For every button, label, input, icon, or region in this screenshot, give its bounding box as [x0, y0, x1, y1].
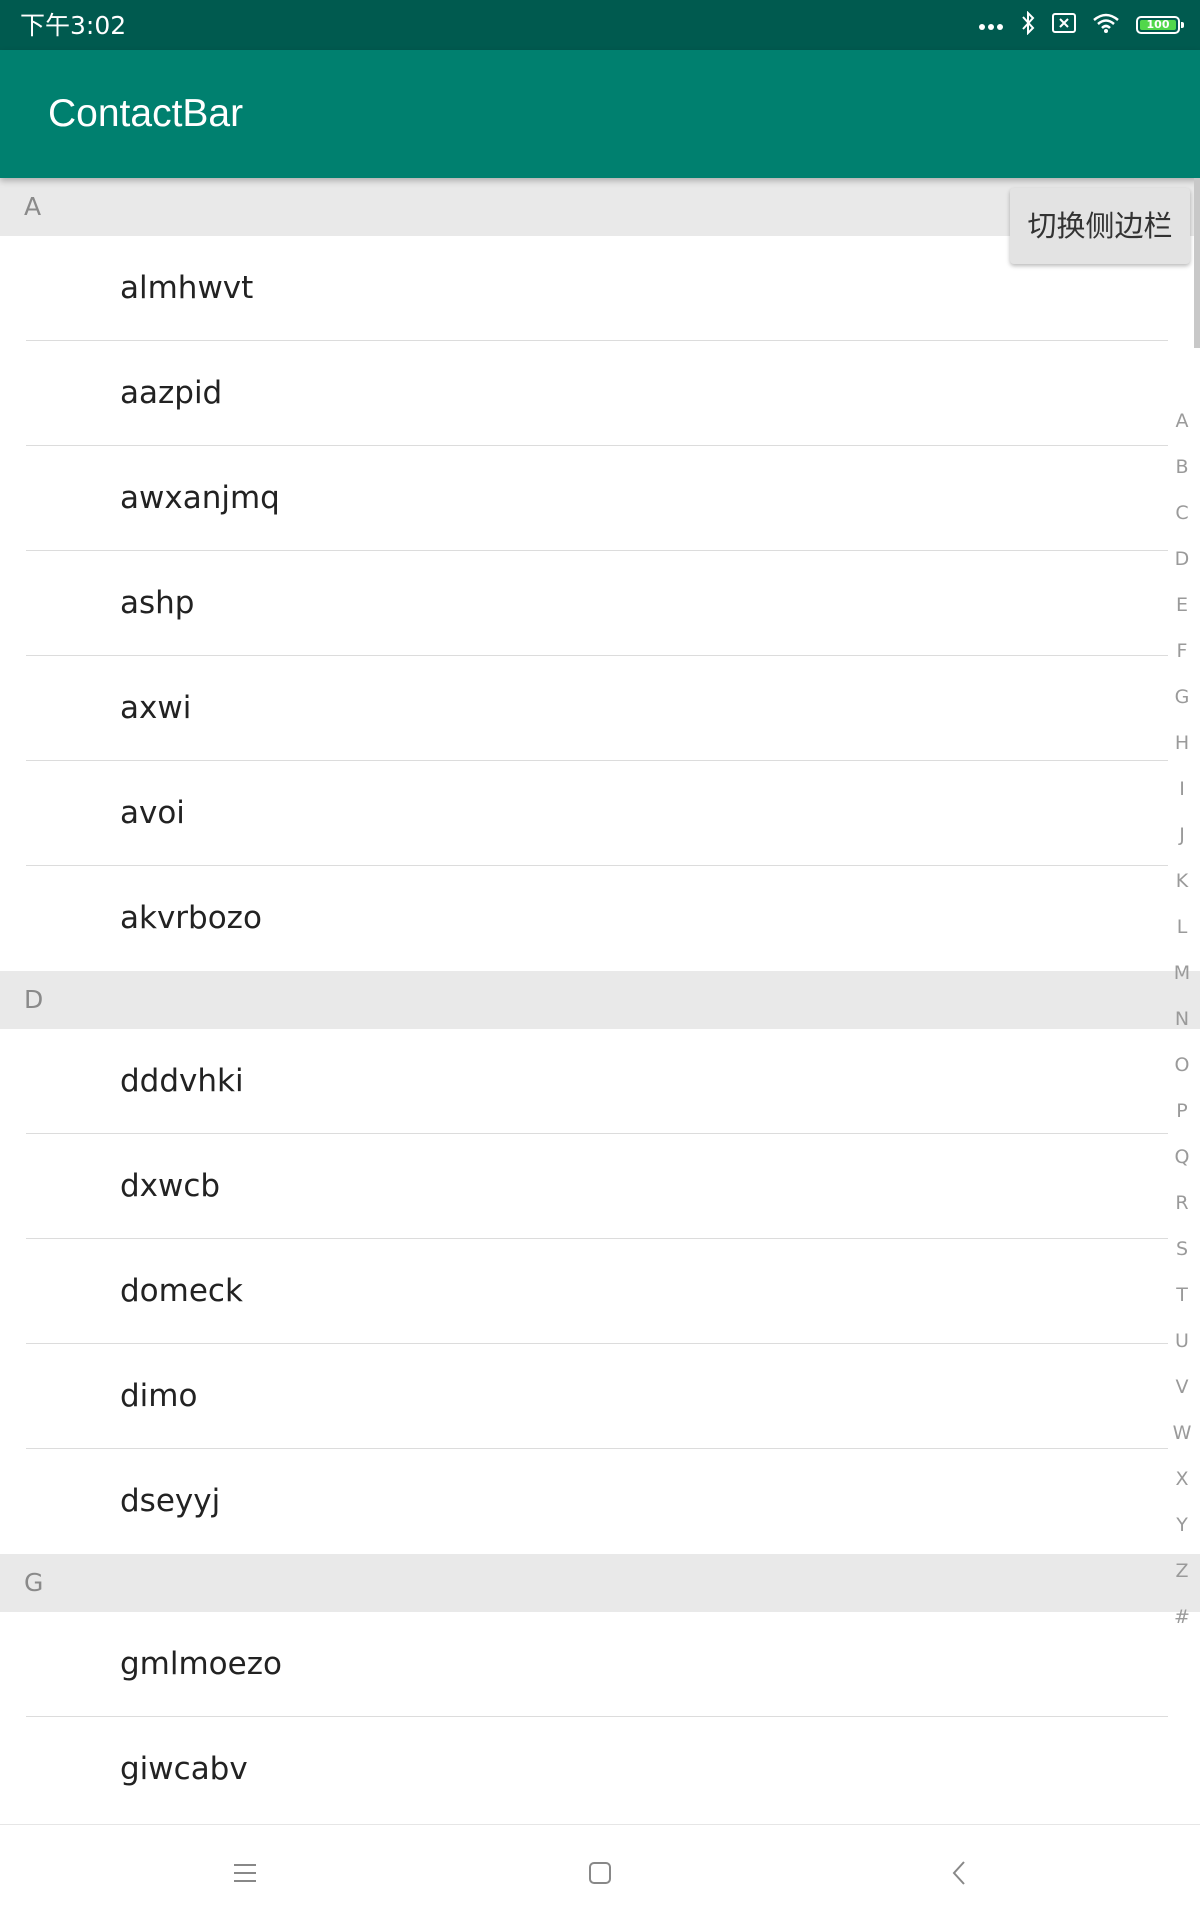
- app-title: ContactBar: [48, 92, 244, 135]
- menu-icon: [233, 1863, 257, 1887]
- contact-row[interactable]: domeck: [0, 1239, 1200, 1344]
- index-letter[interactable]: E: [1165, 582, 1199, 628]
- index-letter[interactable]: K: [1165, 858, 1199, 904]
- contact-row[interactable]: axwi: [0, 656, 1200, 761]
- back-icon: [951, 1860, 967, 1890]
- status-bar: 下午3:02 100: [0, 0, 1200, 50]
- index-letter[interactable]: G: [1165, 674, 1199, 720]
- bluetooth-icon: [1020, 10, 1036, 39]
- contact-name: dseyyj: [120, 1483, 221, 1519]
- scrollbar-thumb[interactable]: [1194, 178, 1200, 348]
- index-letter[interactable]: U: [1165, 1318, 1199, 1364]
- index-letter[interactable]: H: [1165, 720, 1199, 766]
- contact-name: aazpid: [120, 375, 223, 411]
- contact-row[interactable]: avoi: [0, 761, 1200, 866]
- index-letter[interactable]: D: [1165, 536, 1199, 582]
- contact-name: ashp: [120, 585, 195, 621]
- contact-list[interactable]: Aalmhwvt aazpid awxanjmq ashp axwi avoi akvrbo…: [0, 178, 1200, 1824]
- index-letter[interactable]: L: [1165, 904, 1199, 950]
- index-letter[interactable]: R: [1165, 1180, 1199, 1226]
- index-letter[interactable]: N: [1165, 996, 1199, 1042]
- contact-name: almhwvt: [120, 270, 254, 306]
- status-time: 下午3:02: [20, 11, 127, 40]
- contact-row[interactable]: dimo: [0, 1344, 1200, 1449]
- wifi-icon: [1092, 12, 1120, 38]
- contact-name: gmlmoezo: [120, 1646, 282, 1682]
- section-header-g: G: [0, 1554, 1200, 1612]
- contact-name: dxwcb: [120, 1168, 221, 1204]
- battery-icon: 100: [1136, 16, 1184, 34]
- contact-row[interactable]: dddvhki: [0, 1029, 1200, 1134]
- contact-name: giwcabv: [120, 1751, 248, 1787]
- index-letter[interactable]: Y: [1165, 1502, 1199, 1548]
- index-letter[interactable]: V: [1165, 1364, 1199, 1410]
- contact-row[interactable]: awxanjmq: [0, 446, 1200, 551]
- index-letter[interactable]: S: [1165, 1226, 1199, 1272]
- contact-row[interactable]: akvrbozo: [0, 866, 1200, 971]
- toggle-sidebar-button[interactable]: 切换侧边栏: [1010, 188, 1190, 264]
- contact-row[interactable]: dxwcb: [0, 1134, 1200, 1239]
- index-letter[interactable]: C: [1165, 490, 1199, 536]
- status-icons: 100: [978, 10, 1184, 40]
- index-letter[interactable]: J: [1165, 812, 1199, 858]
- home-icon: [588, 1861, 612, 1889]
- section-header-d: D: [0, 971, 1200, 1029]
- contact-name: axwi: [120, 690, 192, 726]
- index-letter[interactable]: X: [1165, 1456, 1199, 1502]
- menu-button[interactable]: [205, 1835, 285, 1915]
- index-letter[interactable]: Q: [1165, 1134, 1199, 1180]
- battery-level: 100: [1140, 19, 1176, 30]
- index-letter[interactable]: T: [1165, 1272, 1199, 1318]
- contact-name: awxanjmq: [120, 480, 280, 516]
- back-button[interactable]: [919, 1835, 999, 1915]
- index-letter[interactable]: Z: [1165, 1548, 1199, 1594]
- alphabet-index-bar[interactable]: A B C D E F G H I J K L M N O P Q R S T U V W X Y Z #: [1165, 398, 1199, 1640]
- sim-off-icon: [1052, 13, 1076, 37]
- contact-name: dimo: [120, 1378, 198, 1414]
- navigation-bar: [0, 1824, 1200, 1921]
- index-letter[interactable]: B: [1165, 444, 1199, 490]
- index-letter[interactable]: A: [1165, 398, 1199, 444]
- contact-name: dddvhki: [120, 1063, 244, 1099]
- contact-row[interactable]: ashp: [0, 551, 1200, 656]
- index-letter[interactable]: O: [1165, 1042, 1199, 1088]
- contact-name: akvrbozo: [120, 900, 262, 936]
- contact-row[interactable]: giwcabv: [0, 1717, 1200, 1822]
- index-letter[interactable]: F: [1165, 628, 1199, 674]
- home-button[interactable]: [560, 1835, 640, 1915]
- index-letter[interactable]: M: [1165, 950, 1199, 996]
- index-letter[interactable]: W: [1165, 1410, 1199, 1456]
- index-letter[interactable]: I: [1165, 766, 1199, 812]
- index-letter[interactable]: #: [1165, 1594, 1199, 1640]
- contact-name: avoi: [120, 795, 185, 831]
- contact-name: domeck: [120, 1273, 243, 1309]
- app-bar: ContactBar: [0, 50, 1200, 178]
- contact-row[interactable]: dseyyj: [0, 1449, 1200, 1554]
- contact-row[interactable]: aazpid: [0, 341, 1200, 446]
- contact-row[interactable]: gmlmoezo: [0, 1612, 1200, 1717]
- index-letter[interactable]: P: [1165, 1088, 1199, 1134]
- more-dots-icon: [978, 16, 1004, 35]
